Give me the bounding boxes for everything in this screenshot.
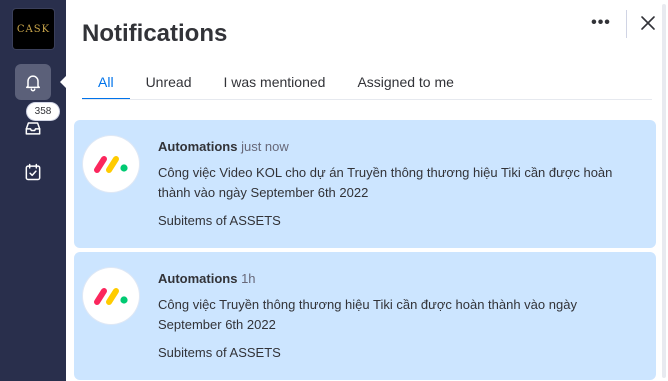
monday-logo-icon [94,288,128,305]
tab-unread[interactable]: Unread [146,66,192,100]
notifications-bell-button[interactable] [15,64,51,100]
notification-card[interactable]: Automations 1h Công việc Truyền thông th… [74,252,656,380]
tab-all[interactable]: All [82,66,130,100]
notification-sender: Automations [158,271,238,286]
page-title: Notifications [82,20,228,47]
notification-message: Công việc Video KOL cho dự án Truyền thô… [158,165,613,200]
left-sidebar: CASK 358 [0,0,66,381]
notification-context: Subitems of ASSETS [158,345,281,360]
notification-tabs: All Unread I was mentioned Assigned to m… [82,66,486,100]
bell-icon [26,75,40,92]
inbox-icon [25,122,41,135]
scrollbar[interactable] [662,4,666,378]
calendar-check-icon [25,163,41,181]
workspace-logo-text: CASK [16,23,51,35]
tab-i-was-mentioned[interactable]: I was mentioned [223,66,325,100]
more-options-button[interactable]: ••• [588,12,614,34]
notification-sender: Automations [158,139,238,154]
more-dots-icon: ••• [591,14,611,31]
notification-time: just now [241,139,289,154]
notification-time: 1h [241,271,256,286]
tabs-underline [82,99,652,100]
workspace-logo[interactable]: CASK [13,9,54,49]
notification-count-badge: 358 [27,103,59,120]
monday-logo-avatar [83,268,139,324]
monday-logo-icon [94,156,128,173]
close-button[interactable] [636,11,660,35]
notifications-panel: Notifications ••• All Unread I was menti… [66,0,668,381]
close-icon [641,16,655,30]
my-work-button[interactable] [15,154,51,190]
header-divider [626,10,627,38]
monday-logo-avatar [83,136,139,192]
notification-context: Subitems of ASSETS [158,213,281,228]
tab-assigned-to-me[interactable]: Assigned to me [357,66,454,100]
notification-message: Công việc Truyền thông thương hiệu Tiki … [158,297,577,332]
notification-card[interactable]: Automations just now Công việc Video KOL… [74,120,656,248]
